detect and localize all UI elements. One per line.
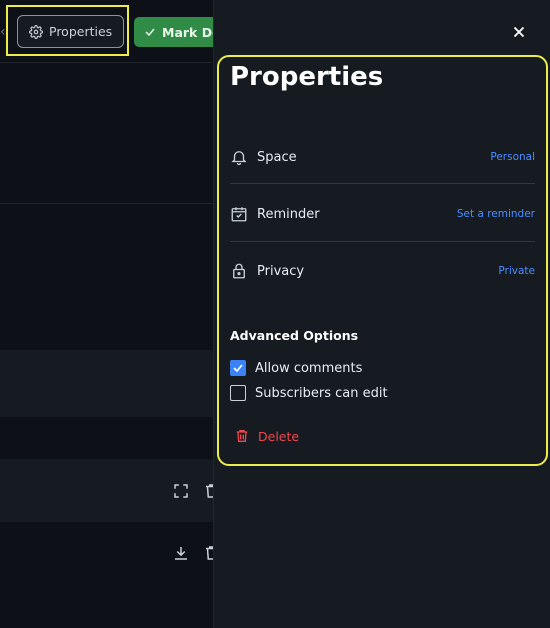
- bell-icon: [230, 148, 248, 166]
- divider: [230, 183, 535, 184]
- toolbar-divider: [0, 62, 213, 63]
- divider: [230, 241, 535, 242]
- set-reminder-link[interactable]: Set a reminder: [457, 208, 535, 220]
- properties-button[interactable]: Properties: [17, 15, 124, 48]
- mark-done-button[interactable]: Mark Do: [134, 17, 213, 47]
- properties-panel: Properties Space Personal Reminder Set a…: [213, 0, 550, 628]
- gear-icon: [29, 24, 43, 39]
- space-value-link[interactable]: Personal: [490, 151, 535, 163]
- main-content: ‹ Properties Mark Do: [0, 0, 213, 628]
- properties-button-label: Properties: [49, 24, 113, 39]
- delete-button[interactable]: Delete: [234, 428, 299, 444]
- subscribers-can-edit-option[interactable]: Subscribers can edit: [230, 384, 388, 402]
- download-icon[interactable]: [172, 544, 190, 562]
- property-row-reminder: Reminder Set a reminder: [230, 194, 535, 234]
- delete-label: Delete: [258, 428, 300, 444]
- trash-icon[interactable]: [203, 544, 213, 562]
- property-label: Space: [257, 149, 297, 165]
- privacy-value-link[interactable]: Private: [498, 265, 535, 277]
- section-divider: [0, 203, 213, 204]
- panel-title: Properties: [230, 62, 384, 92]
- property-row-privacy: Privacy Private: [230, 251, 535, 291]
- property-label: Reminder: [257, 206, 320, 222]
- calendar-check-icon: [230, 205, 248, 223]
- app-window: ‹ Properties Mark Do: [0, 0, 550, 628]
- check-icon: [145, 28, 155, 37]
- allow-comments-option[interactable]: Allow comments: [230, 359, 362, 377]
- advanced-options-heading: Advanced Options: [230, 328, 359, 343]
- lock-icon: [230, 262, 248, 280]
- property-label: Privacy: [257, 263, 305, 279]
- allow-comments-label: Allow comments: [255, 360, 363, 376]
- subscribers-can-edit-checkbox[interactable]: [230, 385, 246, 401]
- list-item[interactable]: [0, 350, 213, 417]
- trash-icon[interactable]: [203, 482, 213, 500]
- property-row-space: Space Personal: [230, 137, 535, 177]
- trash-icon: [236, 430, 248, 442]
- fullscreen-icon[interactable]: [172, 482, 190, 500]
- subscribers-can-edit-label: Subscribers can edit: [255, 385, 388, 401]
- toolbar: ‹ Properties Mark Do: [0, 0, 213, 63]
- mark-done-label: Mark Do: [162, 24, 213, 40]
- allow-comments-checkbox[interactable]: [230, 360, 246, 376]
- close-icon[interactable]: [510, 23, 528, 41]
